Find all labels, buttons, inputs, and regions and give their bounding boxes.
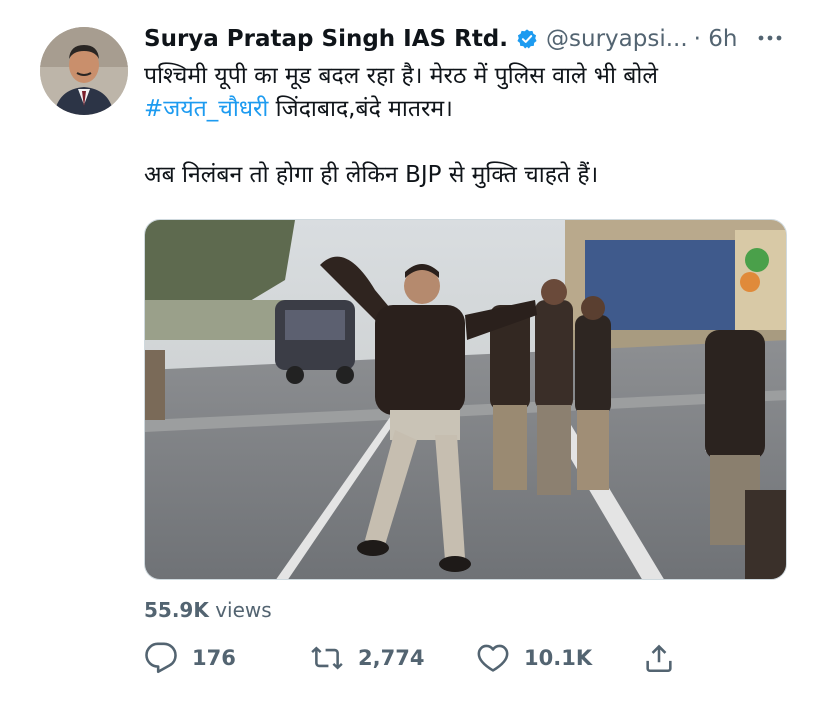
retweet-button[interactable]: 2,774 [310,638,424,678]
tweet-time[interactable]: · 6h [694,26,738,52]
author-name[interactable]: Surya Pratap Singh IAS Rtd. [144,26,508,52]
author-handle[interactable]: @suryapsi... [546,26,688,52]
avatar[interactable] [40,27,128,115]
tweet-text-line-2: #जयंत_चौधरी जिंदाबाद,बंदे मातरम। [144,93,794,126]
view-count-label: views [208,598,272,622]
retweet-count: 2,774 [358,646,425,670]
tweet-text-line-3: अब निलंबन तो होगा ही लेकिन BJP से मुक्ति… [144,162,599,188]
retweet-icon [310,641,344,675]
share-button[interactable] [642,638,676,678]
like-count: 10.1K [524,646,593,670]
tweet-text: पश्चिमी यूपी का मूड बदल रहा है। मेरठ में… [144,60,794,192]
like-button[interactable]: 10.1K [476,638,592,678]
verified-badge-icon [516,28,538,50]
tweet-text-line-1: पश्चिमी यूपी का मूड बदल रहा है। मेरठ में… [144,63,658,89]
more-icon[interactable] [754,26,786,50]
tweet[interactable]: Surya Pratap Singh IAS Rtd. @suryapsi...… [0,0,828,706]
heart-icon [476,641,510,675]
tweet-header: Surya Pratap Singh IAS Rtd. @suryapsi...… [144,22,738,56]
view-count[interactable]: 55.9K views [144,598,272,622]
tweet-text-line-2-rest: जिंदाबाद,बंदे मातरम। [268,96,453,122]
reply-icon [144,641,178,675]
action-bar: 176 2,774 10.1K [144,638,784,678]
hashtag-link[interactable]: #जयंत_चौधरी [144,96,268,122]
tweet-video[interactable] [144,219,787,580]
view-count-number: 55.9K [144,598,209,622]
reply-count: 176 [192,646,236,670]
share-icon [642,641,676,675]
reply-button[interactable]: 176 [144,638,236,678]
